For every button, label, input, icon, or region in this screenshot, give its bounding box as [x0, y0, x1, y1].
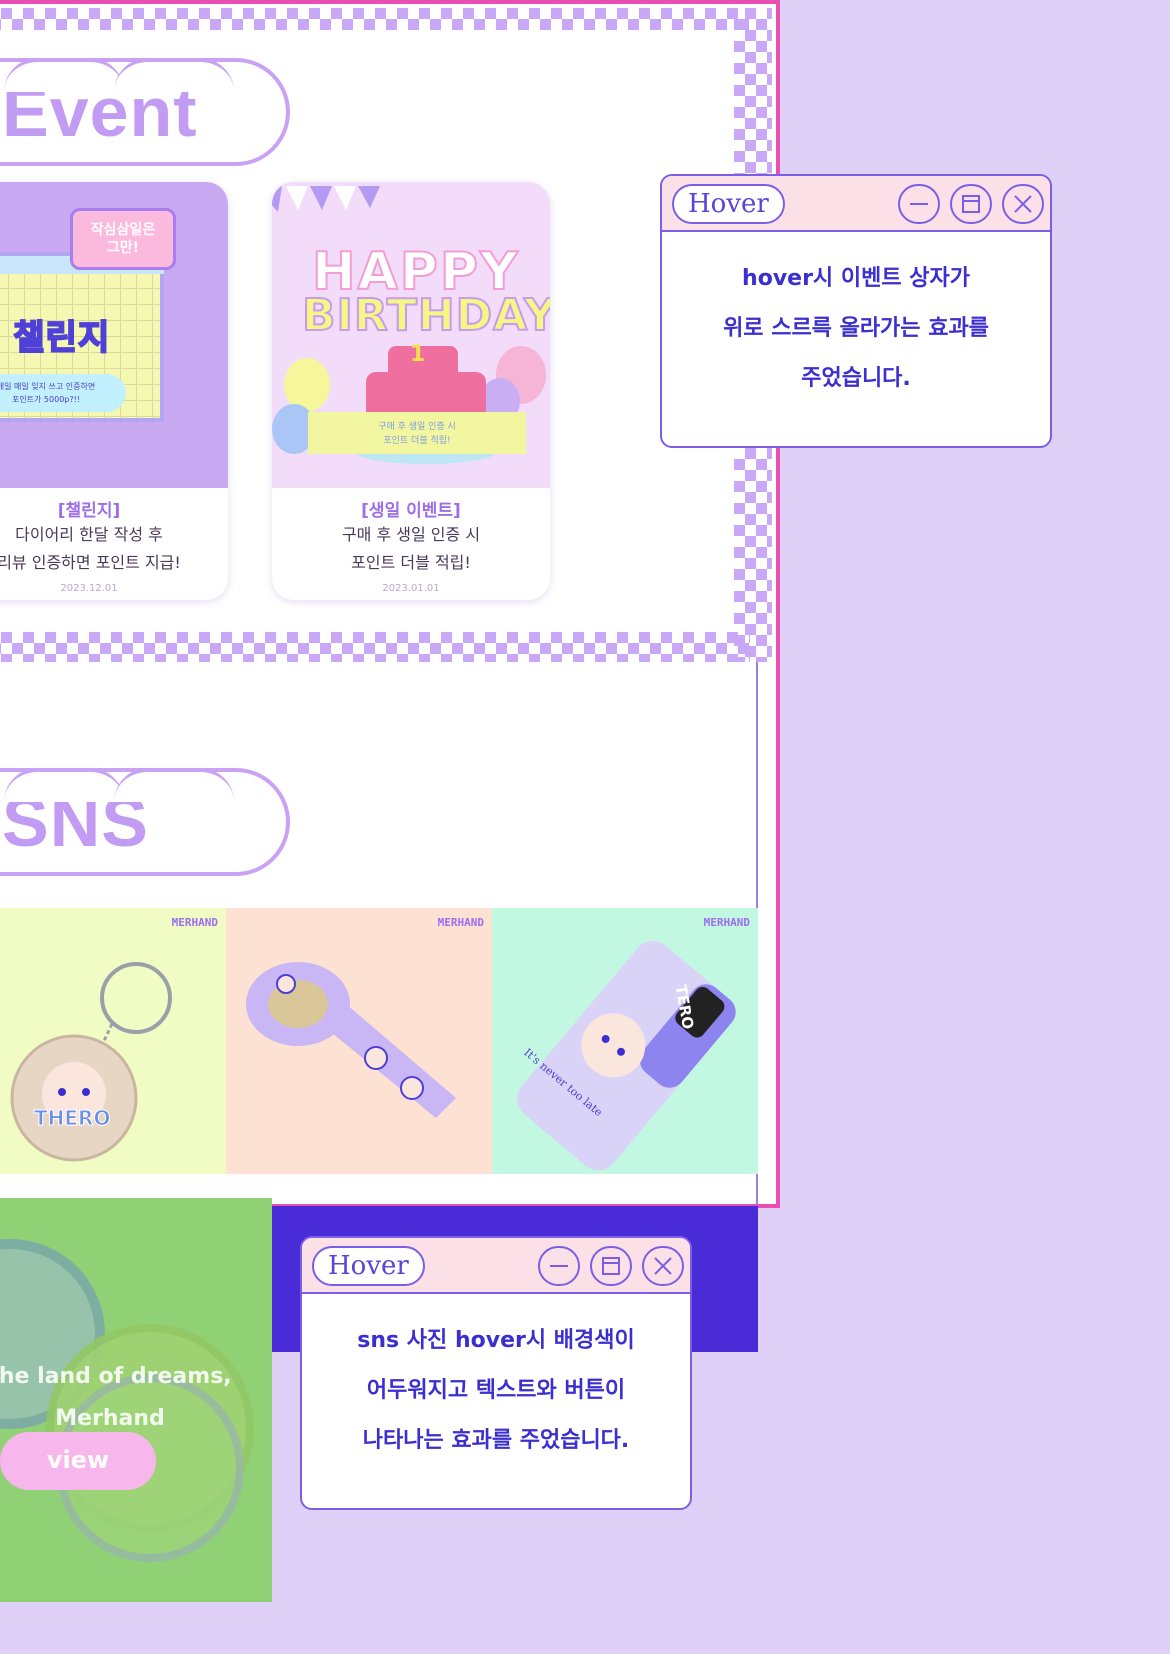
bubble-line: 그만!	[106, 240, 140, 256]
hover-note-event: Hover hover시 이벤트 상자가 위로 스르륵 올라가는 효과를 주었습…	[660, 174, 1052, 448]
note-line: hover시 이벤트 상자가	[742, 266, 970, 291]
hover-label: Hover	[312, 1246, 425, 1286]
ribbon-line: 구매 후 생일 인증 시	[378, 422, 456, 432]
tagline-line: the land of dreams,	[0, 1364, 232, 1389]
minimize-icon[interactable]	[538, 1246, 580, 1286]
note-line: 어두워지고 텍스트와 버튼이	[366, 1378, 626, 1403]
event-date: 2023.12.01	[60, 583, 118, 594]
close-icon[interactable]	[642, 1246, 684, 1286]
note-line: sns 사진 hover시 배경색이	[357, 1328, 635, 1353]
pill-line: 매일 매일 잊지 쓰고 인증하면	[0, 382, 96, 391]
sns-title: SNS	[0, 768, 290, 876]
cake-number: 1	[410, 342, 426, 367]
note-line: 위로 스르륵 올라가는 효과를	[723, 316, 989, 341]
maximize-icon[interactable]	[590, 1246, 632, 1286]
keyring-label: THERO	[33, 1106, 111, 1131]
hover-note-sns: Hover sns 사진 hover시 배경색이 어두워지고 텍스트와 버튼이 …	[300, 1236, 692, 1510]
view-button[interactable]: view	[0, 1432, 156, 1490]
note-line: 주었습니다.	[801, 366, 911, 391]
event-title: Event	[0, 58, 290, 166]
event-category: [생일 이벤트]	[361, 501, 461, 521]
hover-note-text: sns 사진 hover시 배경색이 어두워지고 텍스트와 버튼이 나타나는 효…	[302, 1294, 690, 1466]
hover-note-text: hover시 이벤트 상자가 위로 스르륵 올라가는 효과를 주었습니다.	[662, 232, 1050, 404]
minimize-icon[interactable]	[898, 184, 940, 224]
pill-line: 포인트가 5000p?!!	[11, 395, 81, 404]
sns-tile-phone-case[interactable]: MERHAND TERO It's never too late	[492, 908, 758, 1174]
speech-bubble: 작심삼일은 그만!	[70, 208, 176, 270]
sns-tile-masking-tape[interactable]: MERHAND	[226, 908, 492, 1174]
challenge-thumb-title: 갓생 챌린지	[0, 317, 111, 359]
birthday-ribbon: 구매 후 생일 인증 시 포인트 더블 적립!	[308, 412, 526, 454]
page: Event 작심삼일은 그만! 갓생 챌린지 매일 매일 잊지 쓰고 인증하면 …	[0, 0, 1170, 1654]
sns-tile-keyring[interactable]: MERHAND THERO	[0, 908, 226, 1174]
keyring-icon	[10, 962, 172, 1162]
window-titlebar: Hover	[302, 1238, 690, 1294]
checker-border-top	[0, 8, 750, 30]
birthday-thumb-birthday: BIRTHDAY	[301, 289, 550, 342]
masking-tape-icon	[246, 962, 456, 1118]
event-desc-line: 구매 후 생일 인증 시	[341, 525, 481, 544]
event-desc-line: 다이어리 한달 작성 후	[15, 525, 163, 544]
window-titlebar: Hover	[662, 176, 1050, 232]
event-thumbnail: HAPPY BIRTHDAY 1 구매 후 생일 인증 시 포인트 더블 적립!	[272, 182, 550, 488]
close-icon[interactable]	[1002, 184, 1044, 224]
event-date: 2023.01.01	[382, 583, 440, 594]
phone-case-icon	[517, 941, 736, 1171]
challenge-pill: 매일 매일 잊지 쓰고 인증하면 포인트가 5000p?!!	[0, 374, 126, 412]
event-card-challenge[interactable]: 작심삼일은 그만! 갓생 챌린지 매일 매일 잊지 쓰고 인증하면 포인트가 5…	[0, 182, 228, 600]
event-card-birthday[interactable]: HAPPY BIRTHDAY 1 구매 후 생일 인증 시 포인트 더블 적립!…	[272, 182, 550, 600]
hover-tagline: the land of dreams, Merhand	[0, 1356, 260, 1440]
bunting-icon	[272, 186, 380, 212]
sns-tile-hovered[interactable]: the land of dreams, Merhand	[0, 1198, 272, 1602]
checker-border-bottom	[0, 632, 750, 666]
maximize-icon[interactable]	[950, 184, 992, 224]
event-category: [챌린지]	[57, 501, 121, 521]
event-thumbnail: 작심삼일은 그만! 갓생 챌린지 매일 매일 잊지 쓰고 인증하면 포인트가 5…	[0, 182, 228, 488]
event-desc-line: 포인트 더블 적립!	[351, 553, 471, 572]
hover-label: Hover	[672, 184, 785, 224]
note-line: 나타나는 효과를 주었습니다.	[362, 1428, 630, 1453]
ribbon-line: 포인트 더블 적립!	[383, 436, 451, 446]
bubble-line: 작심삼일은	[90, 222, 156, 238]
event-desc-line: 리뷰 인증하면 포인트 지급!	[0, 553, 181, 572]
